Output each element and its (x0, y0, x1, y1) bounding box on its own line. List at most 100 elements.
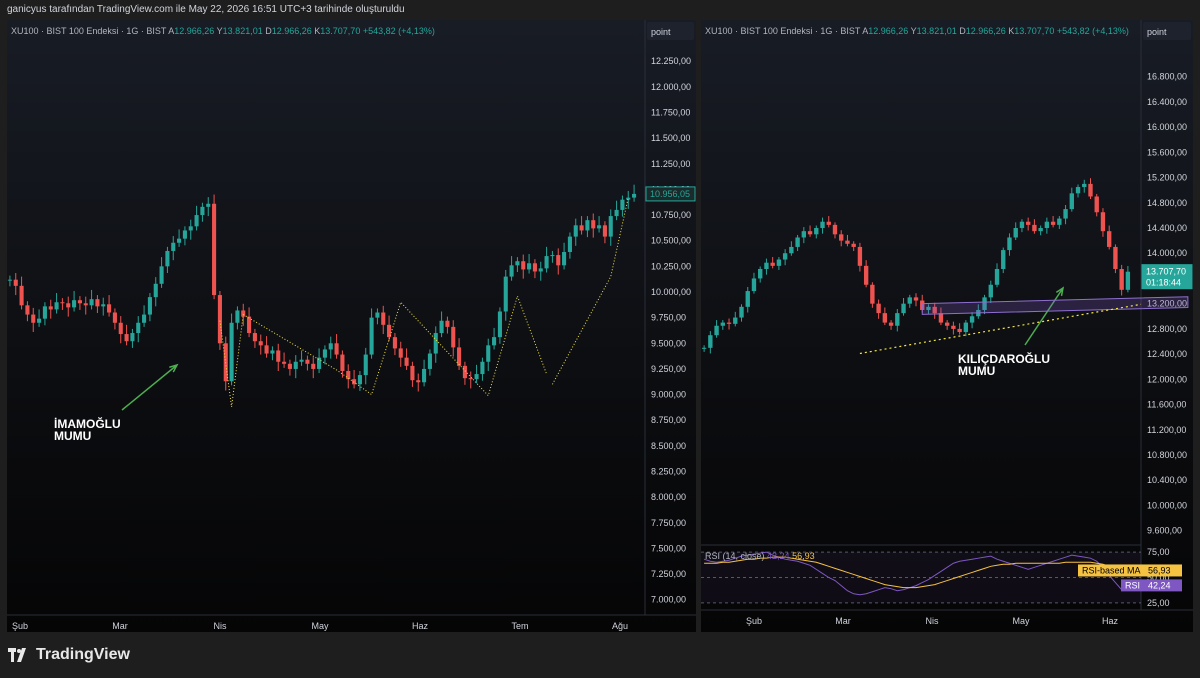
candle-body (585, 220, 590, 231)
time-tick-label: Mar (835, 616, 851, 626)
price-tick-label: 8.000,00 (651, 492, 686, 502)
candle-body (305, 359, 310, 364)
candle-body (708, 335, 713, 348)
candle-body (229, 322, 234, 382)
candle-body (293, 361, 298, 369)
time-tick-label: Şub (12, 621, 28, 631)
tradingview-logo-icon (8, 648, 26, 662)
candle-body (60, 302, 65, 304)
candle-body (398, 348, 403, 358)
candle-body (101, 304, 106, 307)
candle-body (410, 365, 415, 381)
candle-body (375, 312, 380, 318)
candle-body (602, 225, 607, 237)
symbol-header-part: +543,82 (+4,13%) (363, 26, 435, 36)
symbol-header: XU100 · BIST 100 Endeksi · 1G · BIST A12… (705, 26, 1129, 36)
symbol-header-part: 13.707,70 (320, 26, 363, 36)
candle-body (826, 221, 831, 225)
candle-body (714, 325, 719, 336)
candle-body (322, 349, 327, 358)
price-tick-label: 10.250,00 (651, 261, 691, 271)
candle-body (299, 359, 304, 362)
annotation-arrow (121, 364, 178, 411)
tradingview-logo[interactable]: TradingView (8, 646, 130, 664)
candle-body (427, 353, 432, 369)
candle-body (200, 206, 205, 216)
symbol-header-part: 12.966,26 (174, 26, 216, 36)
price-tick-label: 7.250,00 (651, 569, 686, 579)
candle-body (153, 283, 158, 298)
candle-body (509, 265, 514, 277)
candle-body (1013, 228, 1018, 238)
chart-panel-left[interactable]: XU100 · BIST 100 Endeksi · 1G · BIST A12… (7, 20, 696, 632)
left-chart-svg[interactable]: XU100 · BIST 100 Endeksi · 1G · BIST A12… (7, 20, 696, 632)
candle-body (1007, 237, 1012, 251)
candle-body (118, 322, 123, 335)
symbol-header-part: +543,82 (+4,13%) (1057, 26, 1129, 36)
candle-body (745, 291, 750, 307)
annotation-arrow (1024, 287, 1064, 346)
price-tick-label: 16.000,00 (1147, 122, 1187, 132)
candle-body (451, 326, 456, 348)
candle-body (264, 345, 269, 354)
time-tick-label: Ağu (612, 621, 628, 631)
annotation-text: MUMU (958, 364, 995, 378)
rsi-box-label: RSI (1125, 580, 1140, 590)
credit-text: ganicyus tarafından TradingView.com ile … (7, 4, 405, 15)
candle-body (1119, 268, 1124, 290)
candle-body (764, 262, 769, 269)
candle-body (579, 225, 584, 231)
candle-body (422, 368, 427, 383)
candle-body (177, 238, 182, 243)
candle-body (882, 313, 888, 323)
candle-body (901, 303, 906, 314)
candle-body (142, 314, 147, 323)
candle-body (7, 279, 12, 281)
candle-body (839, 234, 844, 241)
time-tick-label: Tem (511, 621, 528, 631)
rsi-header-part: 56,93 (792, 551, 815, 561)
candle-body (1044, 221, 1050, 229)
rsi-ma-box-value: 56,93 (1148, 565, 1171, 575)
right-chart-svg[interactable]: XU100 · BIST 100 Endeksi · 1G · BIST A12… (701, 20, 1193, 632)
candle-body (632, 193, 637, 198)
symbol-header-part: 12.966,26 (966, 26, 1009, 36)
candles (7, 184, 637, 392)
candle-body (1032, 224, 1037, 232)
time-tick-label: Haz (412, 621, 429, 631)
candle-body (66, 303, 71, 308)
price-tick-label: 7.750,00 (651, 518, 686, 528)
candle-body (311, 363, 316, 369)
candle-body (1107, 231, 1112, 247)
candle-body (969, 316, 975, 323)
candle-body (770, 262, 775, 266)
candle-body (832, 224, 838, 235)
symbol-header-part: XU100 · BIST 100 Endeksi · 1G · BIST (705, 26, 862, 36)
price-tick-label: 9.000,00 (651, 390, 686, 400)
candle-body (814, 228, 819, 235)
price-tick-label: 16.400,00 (1147, 97, 1187, 107)
candle-body (795, 237, 800, 247)
rsi-header-part: RSI (14, close) (705, 551, 767, 561)
candle-body (241, 310, 246, 317)
chart-panel-right[interactable]: XU100 · BIST 100 Endeksi · 1G · BIST A12… (701, 20, 1193, 632)
candle-body (480, 361, 485, 375)
price-tick-label: 11.200,00 (1147, 425, 1186, 435)
candle-body (1063, 209, 1068, 219)
symbol-header-part: 12.966,26 (272, 26, 315, 36)
candle-body (37, 318, 42, 323)
candle-body (988, 284, 993, 298)
candle-body (944, 322, 950, 326)
candle-body (13, 279, 18, 286)
candle-body (503, 276, 508, 312)
symbol-header-part: 12.966,26 (868, 26, 910, 36)
time-tick-label: Haz (1102, 616, 1119, 626)
rsi-header-part: 42,24 (767, 551, 792, 561)
candle-body (1050, 221, 1056, 225)
rsi-ma-box-label: RSI-based MA (1082, 565, 1141, 575)
time-tick-label: Mar (112, 621, 128, 631)
price-tick-label: 12.250,00 (651, 56, 691, 66)
candle-body (54, 302, 59, 310)
candle-body (782, 253, 788, 260)
symbol-header-part: XU100 · BIST 100 Endeksi · 1G · BIST (11, 26, 168, 36)
